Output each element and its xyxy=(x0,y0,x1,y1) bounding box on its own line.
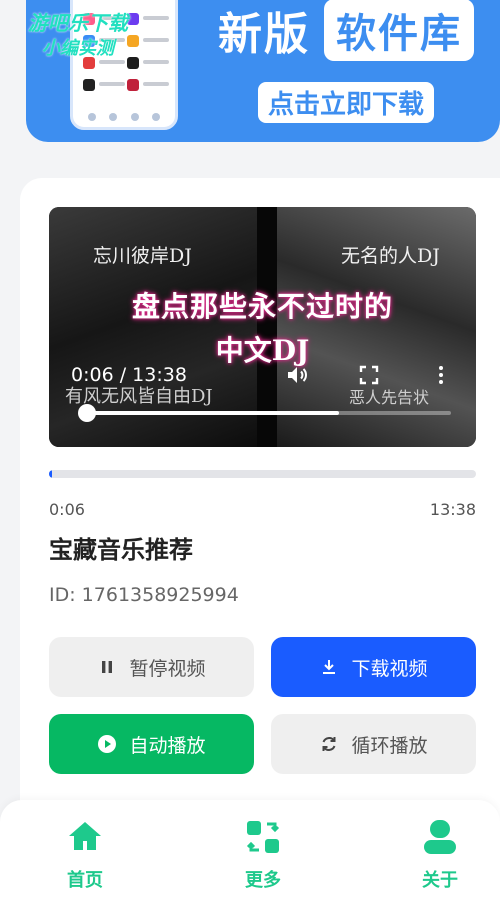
more-options-icon[interactable] xyxy=(429,363,453,391)
video-subtitle-top-left: 忘川彼岸DJ xyxy=(93,245,192,267)
watermark-line-2: 小编实测 xyxy=(42,38,114,59)
nav-item-more[interactable]: 更多 xyxy=(218,818,308,892)
video-title: 宝藏音乐推荐 xyxy=(49,536,193,564)
video-subtitle-top-right: 无名的人DJ xyxy=(341,245,440,267)
nav-label-about: 关于 xyxy=(422,870,458,891)
video-seek-fill xyxy=(79,411,339,415)
watermark: 游吧乐下载 小编实测 xyxy=(18,10,138,62)
playback-progress-fill xyxy=(49,470,53,478)
nav-item-home[interactable]: 首页 xyxy=(40,818,130,892)
download-video-label: 下载视频 xyxy=(351,657,428,680)
loop-icon xyxy=(322,737,336,751)
home-icon xyxy=(69,822,101,850)
download-video-button[interactable]: 下载视频 xyxy=(271,637,476,697)
video-caption-line-1: 盘点那些永不过时的 xyxy=(131,290,393,323)
video-seek-knob[interactable] xyxy=(78,404,96,422)
current-time: 0:06 xyxy=(49,500,85,519)
player-card: 忘川彼岸DJ 无名的人DJ 盘点那些永不过时的 中文DJ 有风无风皆自由DJ 恶… xyxy=(20,178,500,828)
video-id: ID: 1761358925994 xyxy=(49,584,239,606)
playback-progress-bar[interactable] xyxy=(49,470,476,478)
video-caption-line-2: 中文DJ xyxy=(215,334,310,367)
banner-title-new: 新版 xyxy=(218,9,310,60)
user-icon xyxy=(424,820,456,854)
pause-video-label: 暂停视频 xyxy=(129,657,206,680)
loop-play-label: 循环播放 xyxy=(351,734,428,757)
pause-video-button[interactable]: 暂停视频 xyxy=(49,637,254,697)
swap-grid-icon xyxy=(246,821,280,853)
autoplay-label: 自动播放 xyxy=(129,734,206,757)
video-seek-track[interactable] xyxy=(79,411,451,415)
banner-title-library: 软件库 xyxy=(324,0,474,61)
autoplay-button[interactable]: 自动播放 xyxy=(49,714,254,774)
nav-item-about[interactable]: 关于 xyxy=(395,818,485,892)
nav-label-home: 首页 xyxy=(67,870,103,891)
volume-icon[interactable] xyxy=(285,363,309,391)
duration: 13:38 xyxy=(429,500,476,519)
nav-label-more: 更多 xyxy=(245,870,281,891)
pause-icon xyxy=(102,661,113,673)
video-player[interactable]: 忘川彼岸DJ 无名的人DJ 盘点那些永不过时的 中文DJ 有风无风皆自由DJ 恶… xyxy=(49,207,476,447)
loop-play-button[interactable]: 循环播放 xyxy=(271,714,476,774)
fullscreen-icon[interactable] xyxy=(357,363,381,391)
download-icon xyxy=(323,660,336,674)
video-time-display: 0:06 / 13:38 xyxy=(71,364,187,386)
play-circle-icon xyxy=(98,735,117,753)
bottom-nav: 首页 更多 关于 xyxy=(0,800,500,898)
banner-download-button[interactable]: 点击立即下载 xyxy=(258,82,435,123)
watermark-line-1: 游吧乐下载 xyxy=(28,11,128,35)
